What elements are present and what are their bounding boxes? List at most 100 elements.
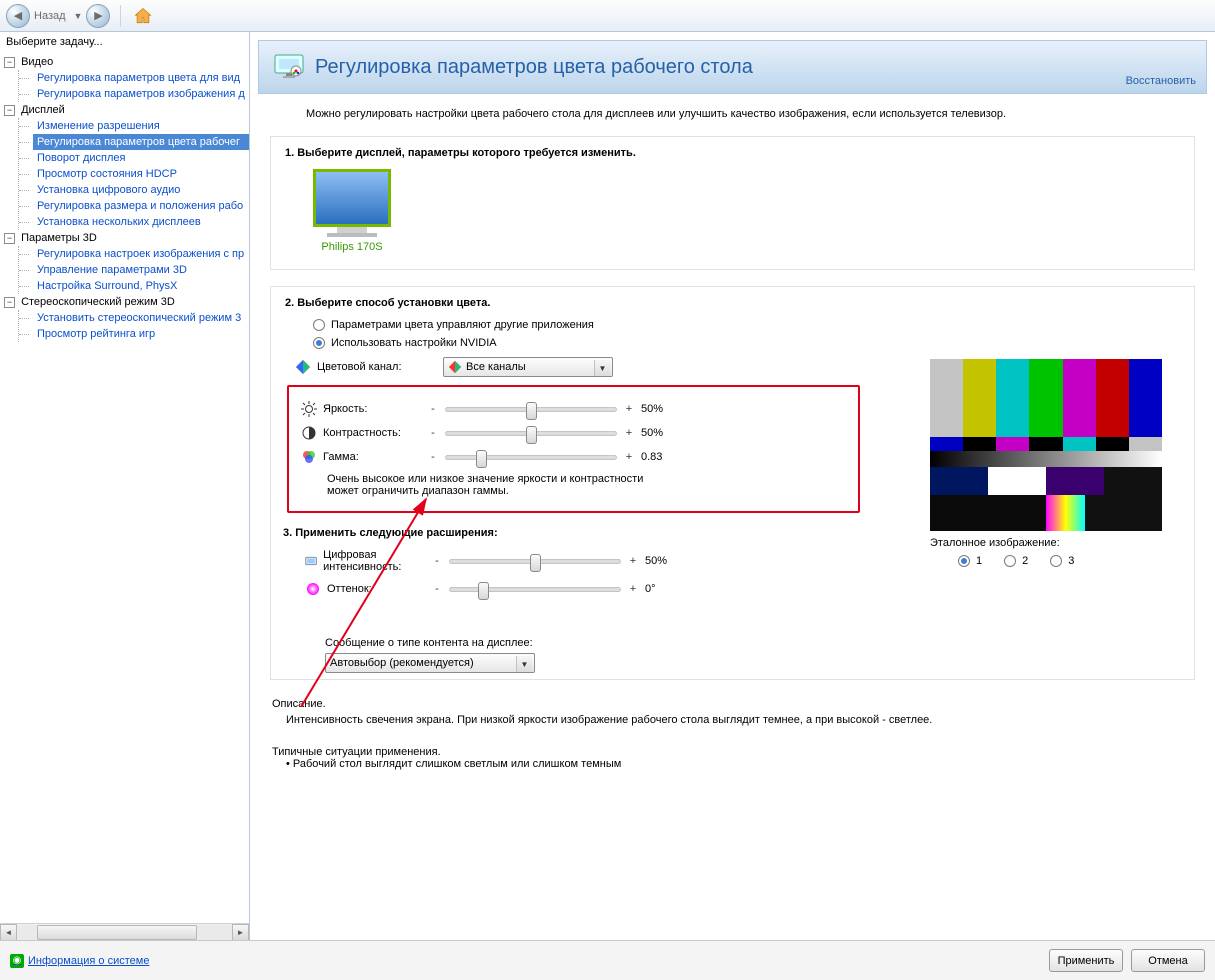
tree-item[interactable]: Просмотр состояния HDCP xyxy=(33,166,249,182)
minus-icon: - xyxy=(427,403,439,415)
typical-block: Типичные ситуации применения. • Рабочий … xyxy=(272,746,1193,770)
radio-icon[interactable] xyxy=(1050,555,1062,567)
page-title: Регулировка параметров цвета рабочего ст… xyxy=(315,56,753,79)
collapse-icon[interactable]: − xyxy=(4,105,15,116)
footer: ◉ Информация о системе Применить Отмена xyxy=(0,940,1215,980)
step1-title: 1. Выберите дисплей, параметры которого … xyxy=(285,147,1180,159)
sidebar: Выберите задачу... − Видео Регулировка п… xyxy=(0,32,250,940)
apply-button[interactable]: Применить xyxy=(1049,949,1123,972)
nvidia-icon: ◉ xyxy=(10,954,24,968)
tree-cat-video[interactable]: − Видео xyxy=(0,54,249,70)
toolbar: ◀ Назад ▼ ▶ xyxy=(0,0,1215,32)
home-icon[interactable] xyxy=(131,4,155,28)
channel-icon xyxy=(448,360,462,374)
tree-cat-stereo[interactable]: − Стереоскопический режим 3D xyxy=(0,294,249,310)
radio-icon[interactable] xyxy=(313,337,325,349)
collapse-icon[interactable]: − xyxy=(4,233,15,244)
preview-label: Эталонное изображение: xyxy=(930,537,1166,549)
color-channel-dropdown[interactable]: Все каналы ▼ xyxy=(443,357,613,377)
hue-row: Оттенок: - + 0° xyxy=(305,581,1180,597)
hue-icon xyxy=(305,581,321,597)
step1-panel: 1. Выберите дисплей, параметры которого … xyxy=(270,136,1195,270)
minus-icon: - xyxy=(427,451,439,463)
scroll-thumb[interactable] xyxy=(37,925,197,940)
tree-item[interactable]: Настройка Surround, PhysX xyxy=(33,278,249,294)
chevron-down-icon[interactable]: ▼ xyxy=(516,656,532,672)
gamma-note: Очень высокое или низкое значение яркост… xyxy=(327,473,657,497)
task-tree: − Видео Регулировка параметров цвета для… xyxy=(0,52,249,923)
collapse-icon[interactable]: − xyxy=(4,297,15,308)
gamma-icon xyxy=(301,449,317,465)
plus-icon: + xyxy=(623,427,635,439)
highlighted-region: Яркость: - + 50% Контрастность: - xyxy=(287,385,860,513)
radio-icon[interactable] xyxy=(313,319,325,331)
vibrance-icon xyxy=(305,553,317,569)
content-type-label: Сообщение о типе контента на дисплее: xyxy=(325,637,1180,649)
header-display-icon xyxy=(273,51,305,83)
tree-item-selected[interactable]: Регулировка параметров цвета рабочег xyxy=(33,134,249,150)
plus-icon: + xyxy=(623,403,635,415)
sidebar-scrollbar[interactable]: ◄ ► xyxy=(0,923,249,940)
tree-item[interactable]: Установка нескольких дисплеев xyxy=(33,214,249,230)
contrast-slider[interactable] xyxy=(445,431,617,436)
description-heading: Описание. xyxy=(272,698,1193,710)
preview-column: Эталонное изображение: 1 2 3 xyxy=(930,359,1166,567)
scroll-right-icon[interactable]: ► xyxy=(232,924,249,941)
hue-slider[interactable] xyxy=(449,587,621,592)
tree-item[interactable]: Регулировка размера и положения рабо xyxy=(33,198,249,214)
channel-icon xyxy=(295,359,311,375)
content-area: Регулировка параметров цвета рабочего ст… xyxy=(250,32,1215,940)
tree-item[interactable]: Управление параметрами 3D xyxy=(33,262,249,278)
tree-item[interactable]: Поворот дисплея xyxy=(33,150,249,166)
vibrance-slider[interactable] xyxy=(449,559,621,564)
brightness-value: 50% xyxy=(641,403,685,415)
plus-icon: + xyxy=(627,555,639,567)
contrast-row: Контрастность: - + 50% xyxy=(301,425,854,441)
radio-icon[interactable] xyxy=(1004,555,1016,567)
scroll-left-icon[interactable]: ◄ xyxy=(0,924,17,941)
typical-bullet: • Рабочий стол выглядит слишком светлым … xyxy=(286,758,1193,770)
content-type-dropdown[interactable]: Автовыбор (рекомендуется) ▼ xyxy=(325,653,535,673)
cancel-button[interactable]: Отмена xyxy=(1131,949,1205,972)
minus-icon: - xyxy=(427,427,439,439)
brightness-icon xyxy=(301,401,317,417)
tree-item[interactable]: Изменение разрешения xyxy=(33,118,249,134)
tree-item[interactable]: Регулировка настроек изображения с пр xyxy=(33,246,249,262)
collapse-icon[interactable]: − xyxy=(4,57,15,68)
gamma-value: 0.83 xyxy=(641,451,685,463)
plus-icon: + xyxy=(627,583,639,595)
vibrance-value: 50% xyxy=(645,555,689,567)
radio-nvidia[interactable]: Использовать настройки NVIDIA xyxy=(313,337,1180,349)
radio-other-apps[interactable]: Параметрами цвета управляют другие прило… xyxy=(313,319,1180,331)
system-info-link[interactable]: ◉ Информация о системе xyxy=(10,954,149,968)
radio-icon[interactable] xyxy=(958,555,970,567)
chevron-down-icon[interactable]: ▼ xyxy=(594,360,610,376)
tree-cat-3d[interactable]: − Параметры 3D xyxy=(0,230,249,246)
back-dropdown-icon[interactable]: ▼ xyxy=(74,11,83,21)
typical-heading: Типичные ситуации применения. xyxy=(272,746,1193,758)
reference-image xyxy=(930,359,1162,531)
contrast-icon xyxy=(301,425,317,441)
tree-cat-display[interactable]: − Дисплей xyxy=(0,102,249,118)
description-text: Интенсивность свечения экрана. При низко… xyxy=(286,714,1193,726)
plus-icon: + xyxy=(623,451,635,463)
back-button[interactable]: ◀ xyxy=(6,4,30,28)
restore-defaults-link[interactable]: Восстановить xyxy=(1126,75,1196,87)
forward-button[interactable]: ▶ xyxy=(86,4,110,28)
tree-item[interactable]: Просмотр рейтинга игр xyxy=(33,326,249,342)
gamma-slider[interactable] xyxy=(445,455,617,460)
brightness-slider[interactable] xyxy=(445,407,617,412)
intro-text: Можно регулировать настройки цвета рабоч… xyxy=(250,94,1215,128)
preview-radio-3[interactable]: 3 xyxy=(1050,555,1074,567)
step2-panel: 2. Выберите способ установки цвета. Пара… xyxy=(270,286,1195,680)
preview-radio-2[interactable]: 2 xyxy=(1004,555,1028,567)
brightness-row: Яркость: - + 50% xyxy=(301,401,854,417)
preview-radio-1[interactable]: 1 xyxy=(958,555,982,567)
tree-item[interactable]: Регулировка параметров цвета для вид xyxy=(33,70,249,86)
tree-item[interactable]: Установить стереоскопический режим 3 xyxy=(33,310,249,326)
hue-value: 0° xyxy=(645,583,689,595)
contrast-value: 50% xyxy=(641,427,685,439)
tree-item[interactable]: Регулировка параметров изображения д xyxy=(33,86,249,102)
monitor-thumbnail[interactable]: Philips 170S xyxy=(313,169,391,253)
tree-item[interactable]: Установка цифрового аудио xyxy=(33,182,249,198)
